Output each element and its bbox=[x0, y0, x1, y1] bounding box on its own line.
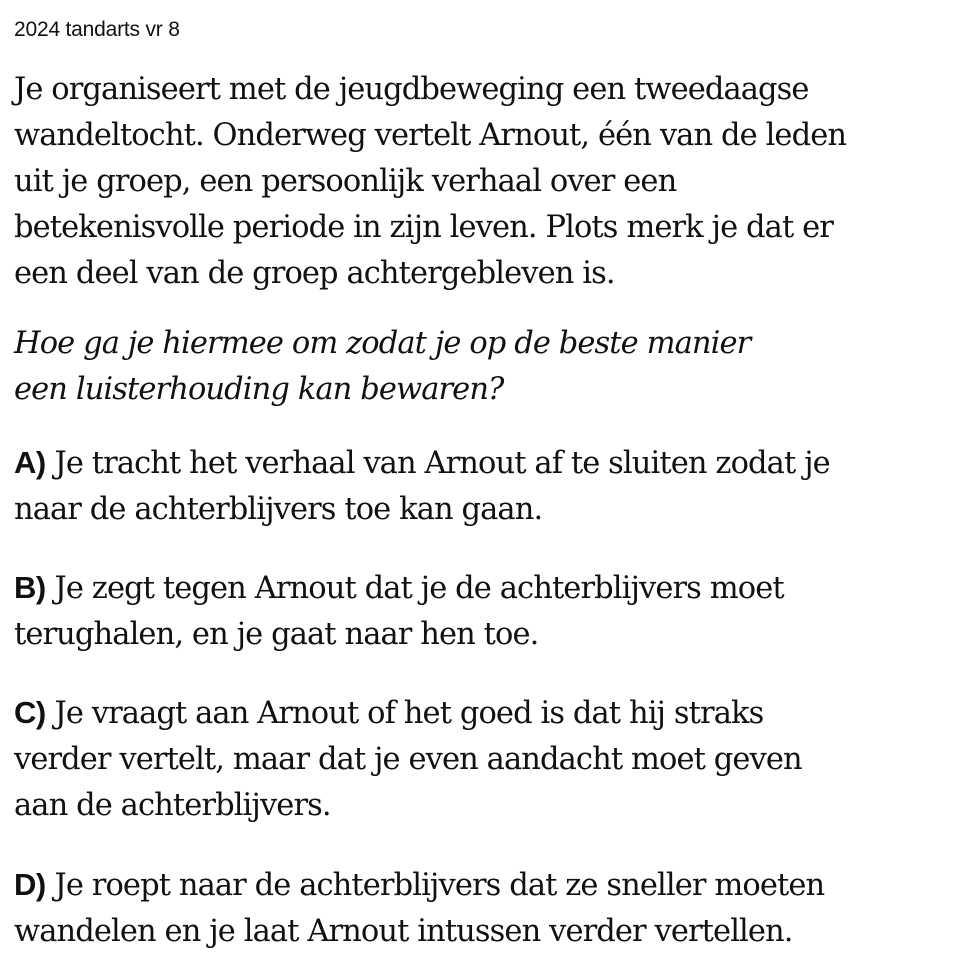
option-text: Je tracht het verhaal van Arnout af te s… bbox=[14, 446, 831, 527]
option-letter: B) bbox=[14, 570, 46, 605]
question-prompt: Hoe ga je hiermee om zodat je op de best… bbox=[14, 326, 751, 407]
answer-option-c: C) Je vraagt aan Arnout of het goed is d… bbox=[14, 690, 964, 829]
answer-option-a: A) Je tracht het verhaal van Arnout af t… bbox=[14, 440, 964, 533]
question-page: 2024 tandarts vr 8 Je organiseert met de… bbox=[14, 0, 964, 955]
option-text: Je zegt tegen Arnout dat je de achterbli… bbox=[14, 571, 785, 652]
option-letter: D) bbox=[14, 867, 46, 902]
scenario-text: Je organiseert met de jeugdbeweging een … bbox=[14, 72, 847, 291]
document-header: 2024 tandarts vr 8 bbox=[14, 18, 180, 41]
answer-option-b: B) Je zegt tegen Arnout dat je de achter… bbox=[14, 565, 964, 658]
option-text: Je roept naar de achterblijvers dat ze s… bbox=[14, 868, 825, 949]
answer-option-d: D) Je roept naar de achterblijvers dat z… bbox=[14, 862, 964, 955]
option-letter: A) bbox=[14, 445, 46, 480]
option-text: Je vraagt aan Arnout of het goed is dat … bbox=[14, 696, 803, 823]
option-letter: C) bbox=[14, 695, 46, 730]
